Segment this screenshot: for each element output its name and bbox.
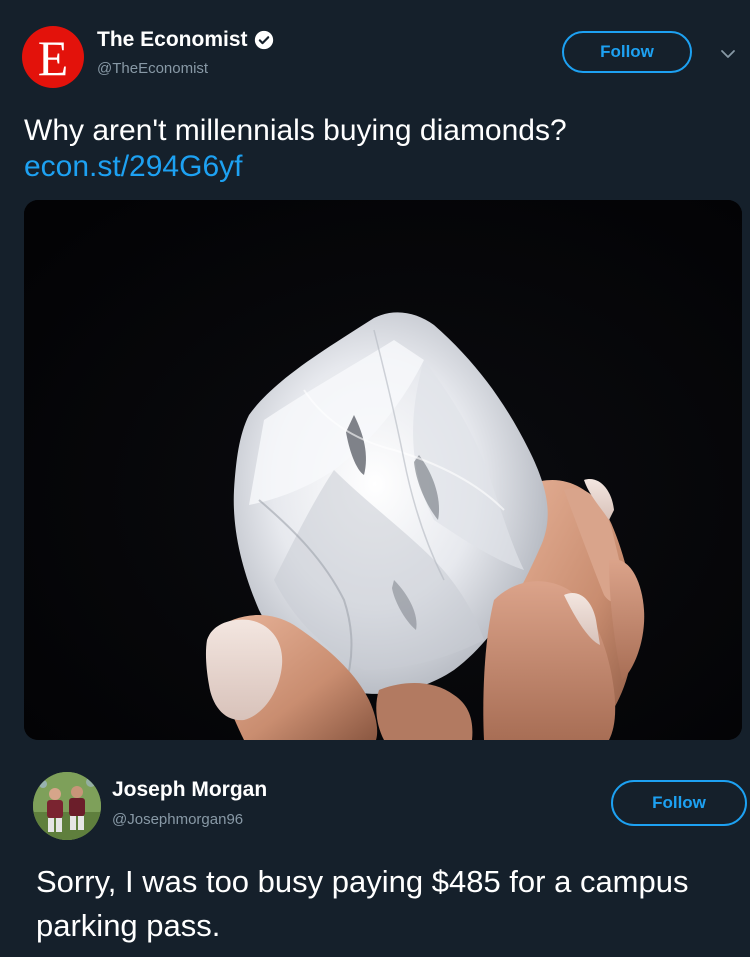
chevron-down-icon[interactable] (720, 46, 736, 62)
tweet-link[interactable]: econ.st/294G6yf (24, 148, 242, 186)
economist-avatar[interactable]: E (22, 26, 84, 88)
tweet-text: Why aren't millennials buying diamonds? (24, 114, 567, 147)
diamond-photo-icon (24, 200, 742, 740)
avatar-photo-icon (33, 772, 101, 840)
author-info: The Economist @TheEconomist (97, 28, 274, 77)
reply-text: Sorry, I was too busy paying $485 for a … (36, 864, 689, 943)
author-handle[interactable]: @TheEconomist (97, 60, 274, 77)
avatar-letter: E (37, 30, 69, 86)
verified-badge-icon (254, 30, 273, 50)
author-name-row[interactable]: The Economist (97, 28, 274, 52)
reply-author-handle[interactable]: @Josephmorgan96 (112, 811, 267, 828)
reply-author-avatar[interactable] (33, 772, 101, 840)
reply-follow-button[interactable]: Follow (611, 780, 747, 826)
follow-button[interactable]: Follow (562, 31, 692, 73)
reply-author-info: Joseph Morgan @Josephmorgan96 (112, 778, 267, 828)
author-display-name[interactable]: The Economist (97, 28, 248, 52)
reply-author-name[interactable]: Joseph Morgan (112, 778, 267, 802)
tweet-media-photo[interactable] (24, 200, 742, 740)
